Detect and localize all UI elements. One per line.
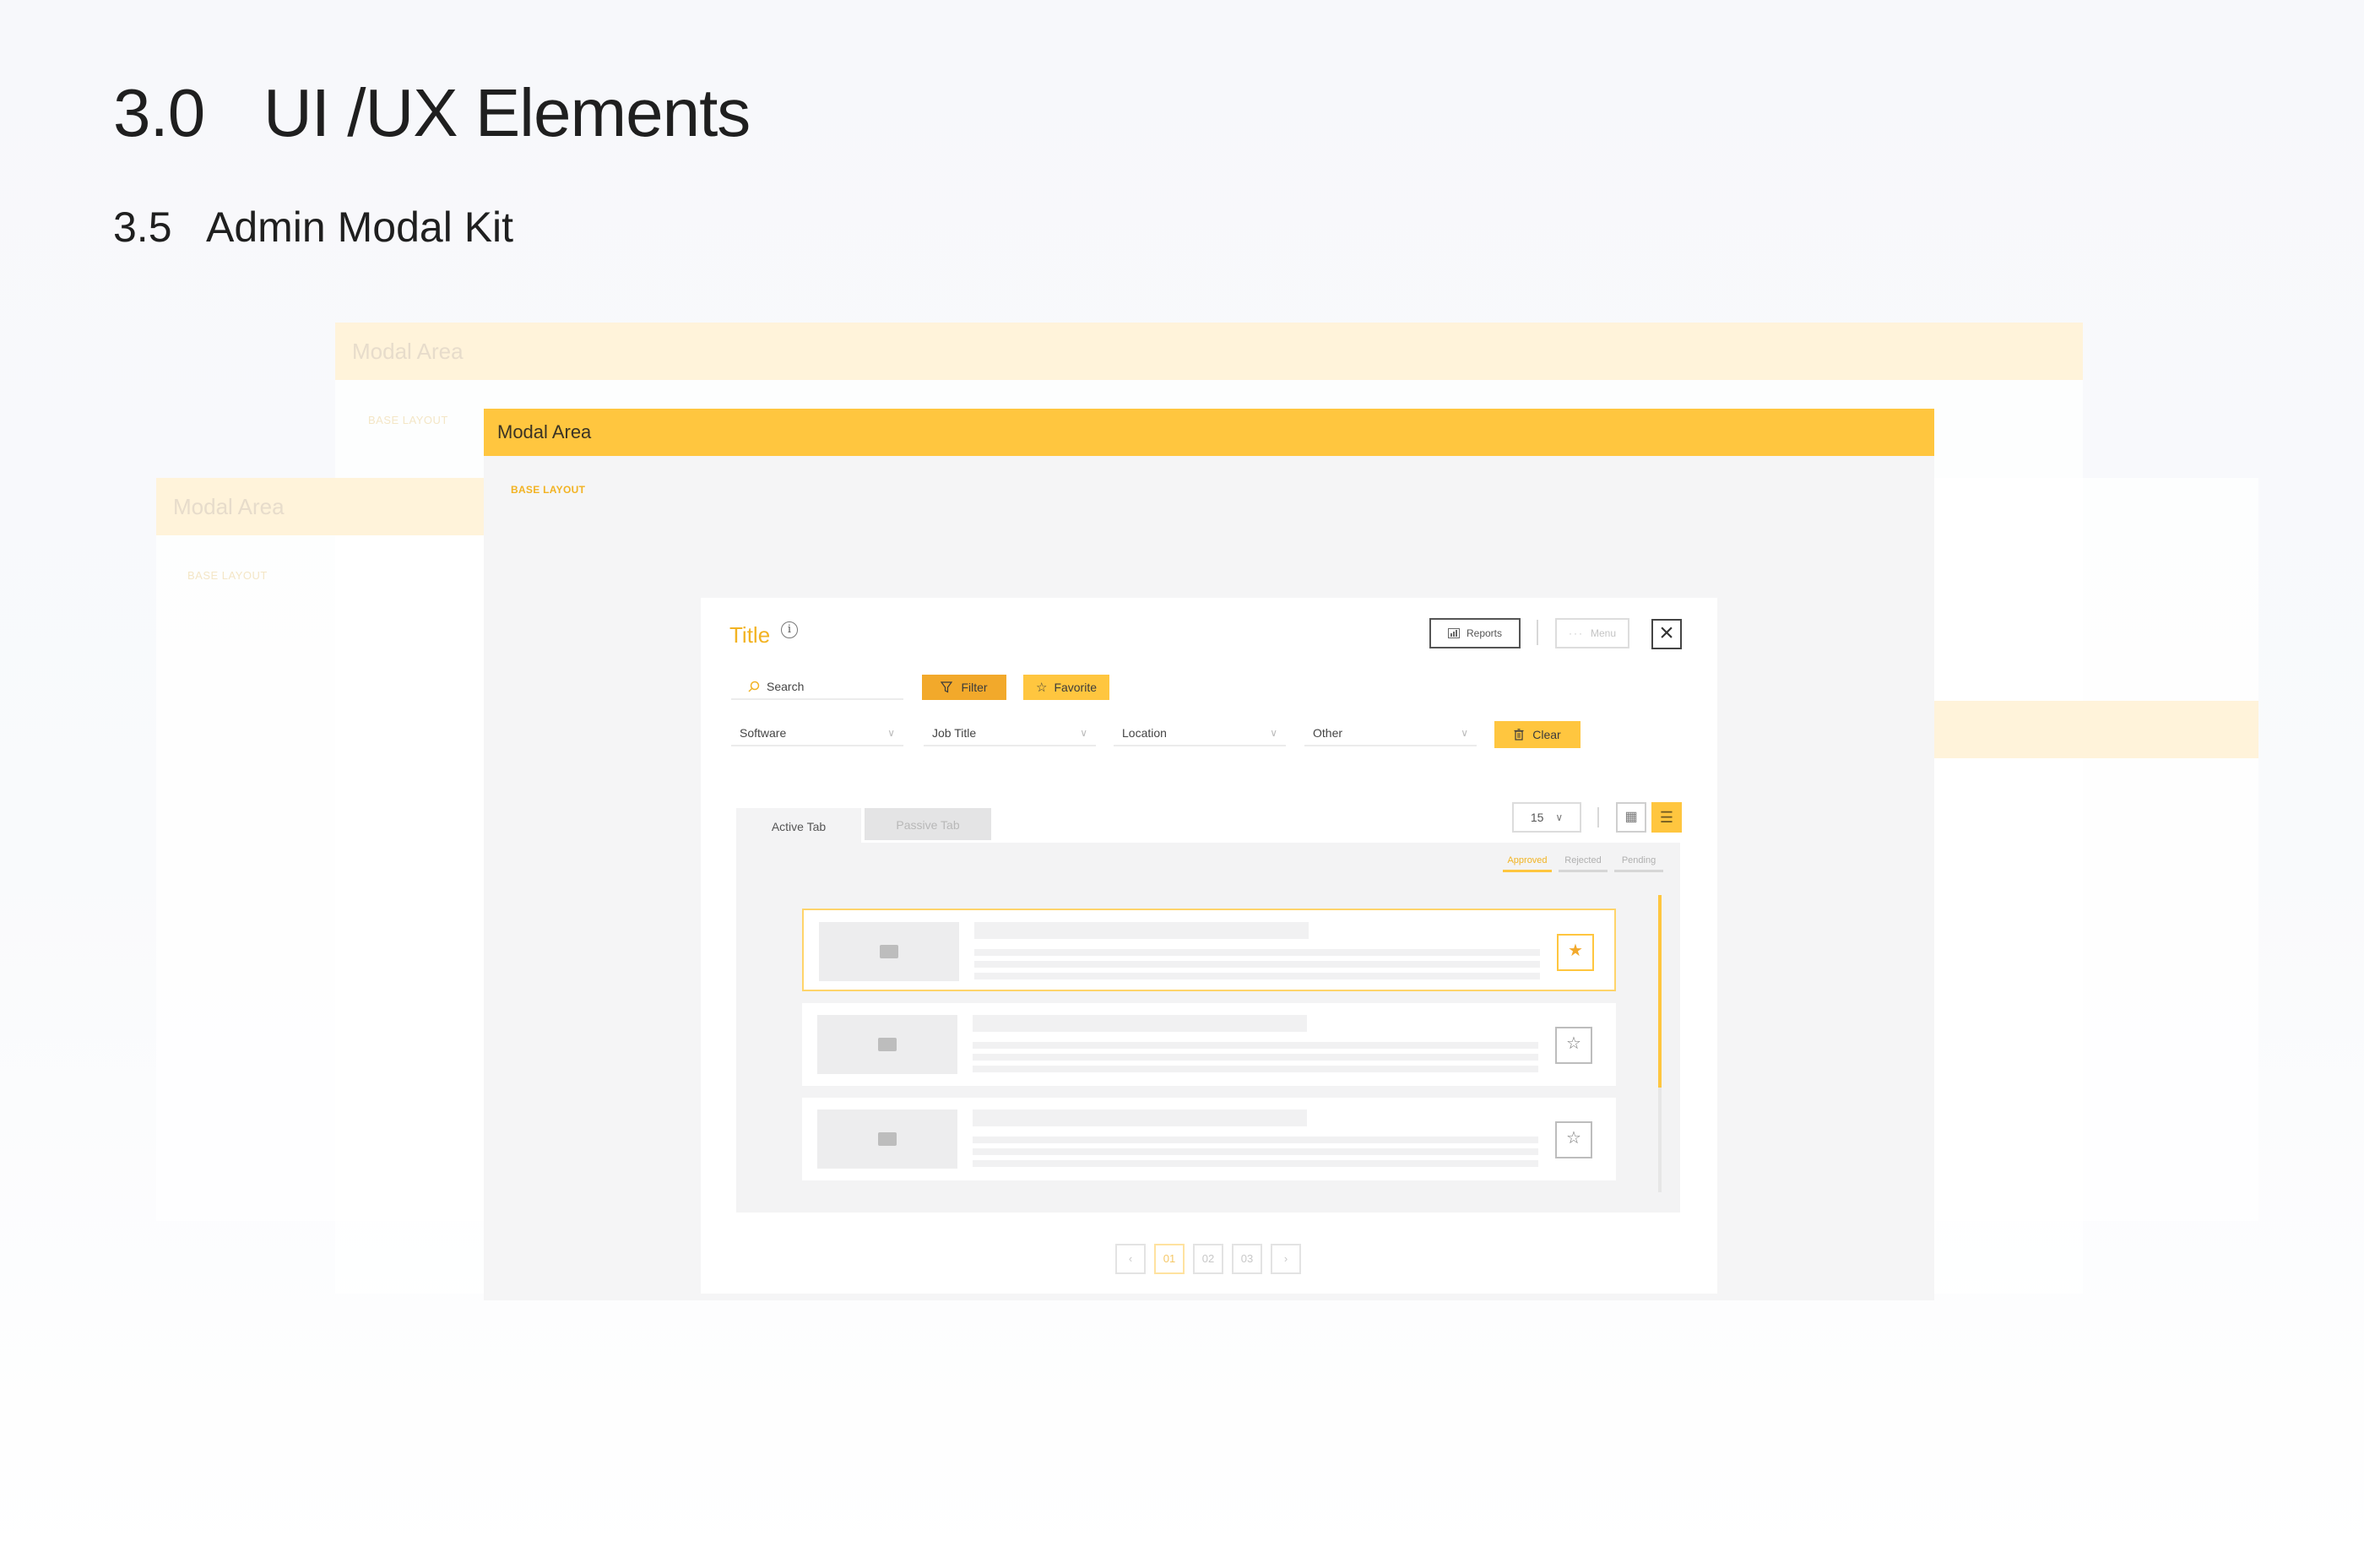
dropdown-other-label: Other <box>1313 726 1343 740</box>
page-title-number: 3.0 <box>113 75 205 150</box>
page-title-text: UI /UX Elements <box>263 75 751 150</box>
ghost-modal-left-header: Modal Area <box>156 478 490 535</box>
trash-icon <box>1514 729 1524 741</box>
search-input[interactable]: Search <box>731 675 903 700</box>
scrollbar-thumb[interactable] <box>1658 895 1662 1088</box>
pagination-page-03[interactable]: 03 <box>1232 1244 1262 1274</box>
toolbar-divider <box>1537 620 1538 645</box>
ghost-modal-back-header: Modal Area <box>335 323 2083 380</box>
funnel-icon <box>941 681 953 693</box>
section-subtitle-text: Admin Modal Kit <box>206 203 514 251</box>
list-view-button[interactable]: ☰ <box>1651 802 1682 833</box>
info-icon[interactable]: i <box>781 621 798 638</box>
view-toggle-divider <box>1597 807 1599 827</box>
ghost-modal-left-base-label: BASE LAYOUT <box>187 569 268 582</box>
close-icon: × <box>1659 619 1674 647</box>
search-placeholder: Search <box>767 680 805 693</box>
reports-button-label: Reports <box>1466 627 1503 639</box>
main-modal-header: Modal Area <box>484 409 1934 456</box>
dropdown-software[interactable]: Software ∨ <box>731 721 903 746</box>
status-filter-pending[interactable]: Pending <box>1614 855 1663 872</box>
text-placeholder <box>973 1015 1307 1032</box>
dropdown-job-title-label: Job Title <box>932 726 977 740</box>
star-outline-icon: ☆ <box>1035 681 1048 695</box>
pagination-next-button[interactable]: › <box>1271 1244 1301 1274</box>
ghost-modal-right-header <box>1934 701 2258 758</box>
list-view-icon: ☰ <box>1659 809 1674 826</box>
dropdown-other[interactable]: Other ∨ <box>1304 721 1477 746</box>
chevron-down-icon: ∨ <box>1080 727 1087 739</box>
text-placeholder <box>973 1054 1538 1061</box>
image-icon <box>880 945 898 958</box>
tab-active[interactable]: Active Tab <box>736 808 861 843</box>
image-icon <box>878 1132 897 1146</box>
menu-button-label: Menu <box>1590 627 1617 639</box>
menu-button[interactable]: ··· Menu <box>1555 618 1629 648</box>
search-icon <box>748 681 760 692</box>
page-title: 3.0 UI /UX Elements <box>113 74 751 152</box>
modal-title: Title <box>729 622 771 648</box>
image-icon <box>878 1038 897 1051</box>
text-placeholder <box>973 1042 1538 1049</box>
filter-button-label: Filter <box>961 681 988 694</box>
favorite-button[interactable]: ☆ Favorite <box>1023 675 1109 700</box>
dropdown-location-label: Location <box>1122 726 1167 740</box>
star-outline-icon[interactable]: ☆ <box>1555 1027 1592 1064</box>
text-placeholder <box>973 1137 1538 1143</box>
more-dots-icon: ··· <box>1568 627 1584 639</box>
dropdown-software-label: Software <box>740 726 787 740</box>
per-page-value: 15 <box>1530 811 1544 824</box>
list-item[interactable]: ☆ <box>802 1098 1616 1180</box>
star-outline-icon[interactable]: ☆ <box>1555 1121 1592 1158</box>
dropdown-job-title[interactable]: Job Title ∨ <box>924 721 1096 746</box>
status-filter-approved[interactable]: Approved <box>1503 855 1552 872</box>
list-item[interactable]: ☆ <box>802 1003 1616 1086</box>
grid-view-icon: ▦ <box>1624 810 1638 824</box>
per-page-select[interactable]: 15 ∨ <box>1512 802 1581 833</box>
dropdown-location[interactable]: Location ∨ <box>1114 721 1286 746</box>
image-placeholder <box>819 922 959 981</box>
pagination-prev-button[interactable]: ‹ <box>1115 1244 1146 1274</box>
clear-button[interactable]: Clear <box>1494 721 1581 748</box>
chevron-down-icon: ∨ <box>887 727 895 739</box>
grid-view-button[interactable]: ▦ <box>1616 802 1646 833</box>
image-placeholder <box>817 1110 957 1169</box>
ghost-modal-back-base-label: BASE LAYOUT <box>368 414 448 426</box>
pagination-page-01[interactable]: 01 <box>1154 1244 1185 1274</box>
favorite-button-label: Favorite <box>1054 681 1098 694</box>
text-placeholder <box>974 949 1540 956</box>
text-placeholder <box>974 973 1540 979</box>
text-placeholder <box>973 1160 1538 1167</box>
section-subtitle-number: 3.5 <box>113 203 172 251</box>
list-item[interactable]: ★ <box>802 909 1616 991</box>
star-filled-icon[interactable]: ★ <box>1557 934 1594 971</box>
chart-icon <box>1447 628 1460 638</box>
image-placeholder <box>817 1015 957 1074</box>
main-modal-base-label: BASE LAYOUT <box>511 484 586 496</box>
chevron-down-icon: ∨ <box>1270 727 1277 739</box>
chevron-down-icon: ∨ <box>1461 727 1468 739</box>
text-placeholder <box>973 1110 1307 1126</box>
text-placeholder <box>974 922 1309 939</box>
status-filter-rejected[interactable]: Rejected <box>1559 855 1608 872</box>
chevron-down-icon: ∨ <box>1555 811 1564 823</box>
filter-button[interactable]: Filter <box>922 675 1006 700</box>
section-subtitle: 3.5 Admin Modal Kit <box>113 203 513 252</box>
tab-passive[interactable]: Passive Tab <box>865 808 991 840</box>
text-placeholder <box>973 1066 1538 1072</box>
clear-button-label: Clear <box>1532 728 1561 741</box>
text-placeholder <box>974 961 1540 968</box>
reports-button[interactable]: Reports <box>1429 618 1521 648</box>
close-button[interactable]: × <box>1651 619 1682 649</box>
text-placeholder <box>973 1148 1538 1155</box>
pagination-page-02[interactable]: 02 <box>1193 1244 1223 1274</box>
